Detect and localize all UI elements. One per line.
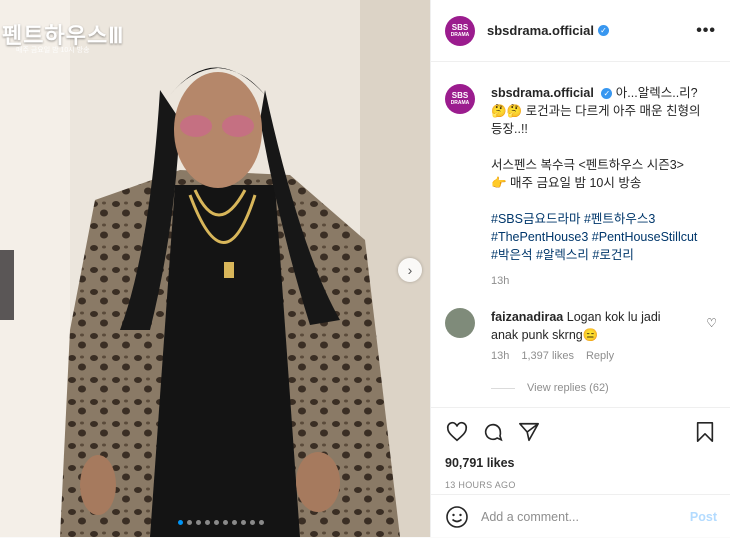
- view-replies-button[interactable]: View replies (62): [491, 382, 717, 394]
- comment-like-heart-icon[interactable]: ♡: [706, 316, 717, 330]
- hashtag-link[interactable]: #로건리: [592, 248, 633, 262]
- comment-likes[interactable]: 1,397 likes: [521, 350, 574, 362]
- carousel-dot: [205, 520, 210, 525]
- comment-bubble-icon[interactable]: [479, 418, 507, 446]
- view-replies-label: View replies (62): [527, 382, 609, 394]
- instagram-post: 펜트하우스Ⅲ 매주 금요일 밤 10시 방송 › SBS DRAMA sbsdr…: [0, 0, 730, 537]
- emoji-smile-icon[interactable]: [445, 505, 469, 529]
- post-comment-button[interactable]: Post: [690, 510, 717, 524]
- caption-avatar[interactable]: SBS DRAMA: [445, 84, 475, 114]
- avatar-logo-subtext: DRAMA: [450, 100, 470, 106]
- chevron-right-icon: ›: [407, 262, 413, 278]
- carousel-dot: [196, 520, 201, 525]
- carousel-dot: [187, 520, 192, 525]
- post-timestamp[interactable]: 13 HOURS AGO: [431, 480, 730, 490]
- carousel-dot: [214, 520, 219, 525]
- verified-badge-icon: ✓: [597, 25, 609, 36]
- caption: SBS DRAMA sbsdrama.official ✓ 아...알렉스..리…: [445, 84, 717, 290]
- hashtag-link[interactable]: #펜트하우스3: [584, 212, 655, 226]
- carousel-dot: [250, 520, 255, 525]
- post-header: SBS DRAMA sbsdrama.official ✓ •••: [431, 0, 730, 62]
- comment-time[interactable]: 13h: [491, 350, 509, 362]
- comment-meta: 13h 1,397 likes Reply: [491, 350, 717, 362]
- comments-section[interactable]: SBS DRAMA sbsdrama.official ✓ 아...알렉스..리…: [431, 62, 730, 407]
- likes-count[interactable]: 90,791 likes: [431, 456, 730, 470]
- reply-button[interactable]: Reply: [586, 350, 614, 362]
- share-plane-icon[interactable]: [515, 418, 543, 446]
- carousel-dot: [241, 520, 246, 525]
- more-options-button[interactable]: •••: [696, 22, 716, 40]
- hashtag-link[interactable]: #알렉스리: [536, 248, 589, 262]
- carousel-dot: [223, 520, 228, 525]
- caption-time[interactable]: 13h: [491, 272, 706, 290]
- carousel-dot: [259, 520, 264, 525]
- carousel-indicator: [178, 520, 264, 525]
- add-comment-bar: Add a comment... Post: [431, 494, 730, 538]
- avatar-logo-text: SBS: [451, 22, 469, 32]
- bookmark-icon[interactable]: [691, 418, 719, 446]
- divider-line: [491, 387, 515, 389]
- like-heart-icon[interactable]: [443, 418, 471, 446]
- post-sidebar: SBS DRAMA sbsdrama.official ✓ ••• SBS DR…: [430, 0, 730, 537]
- carousel-dot: [178, 520, 183, 525]
- action-icons: [431, 408, 730, 450]
- account-username[interactable]: sbsdrama.official: [487, 23, 594, 38]
- broadcast-time-overlay: 매주 금요일 밤 10시 방송: [16, 47, 90, 54]
- next-image-button[interactable]: ›: [398, 258, 422, 282]
- caption-promo-line1: 서스펜스 복수극 <펜트하우스 시즌3>: [491, 158, 684, 172]
- photo-illustration: [0, 0, 430, 537]
- commenter-avatar[interactable]: [445, 308, 475, 338]
- caption-text: sbsdrama.official ✓ 아...알렉스..리?🤔🤔 로건과는 다…: [491, 84, 706, 290]
- comment-input[interactable]: Add a comment...: [481, 510, 690, 524]
- hashtag-link[interactable]: #박은석: [491, 248, 532, 262]
- account-avatar[interactable]: SBS DRAMA: [445, 15, 475, 46]
- post-image[interactable]: 펜트하우스Ⅲ 매주 금요일 밤 10시 방송 ›: [0, 0, 430, 537]
- comment-item: faizanadiraa Logan kok lu jadi anak punk…: [445, 308, 717, 344]
- verified-badge-icon: ✓: [601, 88, 613, 100]
- comment-text: faizanadiraa Logan kok lu jadi anak punk…: [491, 308, 686, 344]
- commenter-username[interactable]: faizanadiraa: [491, 310, 563, 324]
- hashtag-link[interactable]: #SBS금요드라마: [491, 212, 580, 226]
- avatar-logo-subtext: DRAMA: [450, 31, 470, 38]
- hashtag-link[interactable]: #ThePentHouse3: [491, 230, 588, 244]
- avatar-logo-text: SBS: [451, 91, 469, 100]
- hashtag-link[interactable]: #PentHouseStillcut: [592, 230, 698, 244]
- post-actions: 90,791 likes 13 HOURS AGO Add a comment.…: [431, 407, 730, 538]
- caption-promo-line2: 👉 매주 금요일 밤 10시 방송: [491, 176, 642, 190]
- carousel-dot: [232, 520, 237, 525]
- caption-username[interactable]: sbsdrama.official: [491, 86, 594, 100]
